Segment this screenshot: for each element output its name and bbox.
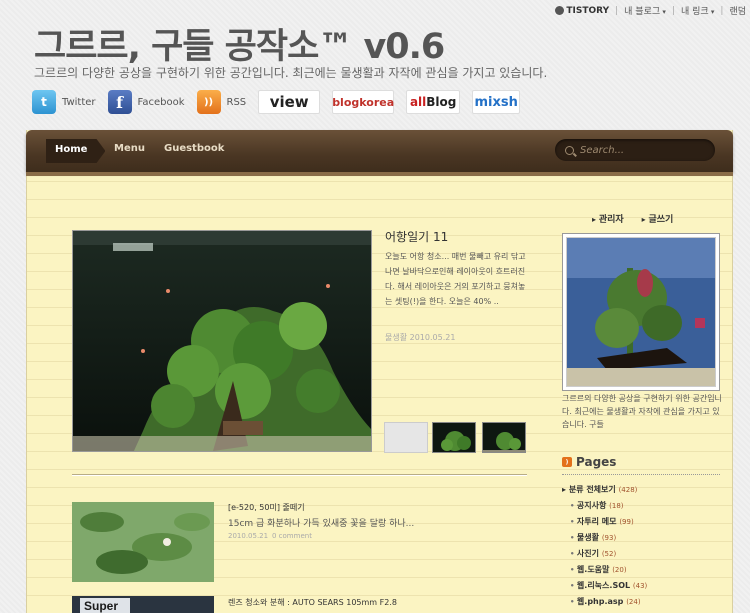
- tistory-label: TISTORY: [566, 5, 610, 16]
- category-item[interactable]: 웹.리눅스.SOL (43): [570, 580, 647, 591]
- category-count: (20): [612, 566, 627, 574]
- pages-divider: [562, 474, 720, 475]
- nav-guestbook[interactable]: Guestbook: [164, 143, 224, 154]
- post-thumbnail[interactable]: Super: [72, 596, 214, 613]
- category-label: 물생활: [576, 533, 600, 542]
- facebook-icon: f: [107, 90, 132, 114]
- featured-post-meta: 물생활 2010.05.21: [385, 333, 456, 342]
- category-item[interactable]: 사진기 (52): [570, 548, 616, 559]
- category-count: (428): [618, 486, 638, 494]
- section-divider: [72, 474, 527, 475]
- post-thumbnail[interactable]: [72, 502, 214, 582]
- tistory-topbar: TISTORY | 내 블로그 | 내 링크 | 랜덤: [555, 4, 746, 17]
- slider-thumb-3[interactable]: [482, 422, 526, 453]
- my-link-menu[interactable]: 내 링크: [681, 4, 714, 17]
- nav-home[interactable]: Home: [46, 139, 106, 163]
- random-link[interactable]: 랜덤: [729, 4, 746, 17]
- pages-title: Pages: [576, 455, 617, 469]
- category-label: 웹.리눅스.SOL: [576, 581, 631, 590]
- category-item[interactable]: 웹.php.asp (24): [570, 596, 641, 607]
- category-label: 웹.php.asp: [576, 597, 624, 606]
- lens-photo: Super: [72, 596, 214, 613]
- featured-post-excerpt: 오늘도 어항 청소... 매번 물빼고 유리 닦고 나면 날바닥으로인해 레이아…: [385, 252, 526, 306]
- write-link[interactable]: 글쓰기: [642, 212, 673, 225]
- twitter-link[interactable]: t Twitter: [32, 90, 96, 114]
- blogkorea-badge[interactable]: blogkorea: [332, 90, 395, 114]
- twitter-icon: t: [32, 90, 56, 114]
- admin-links: 관리자 글쓰기: [592, 212, 674, 225]
- mixsh-badge[interactable]: mixsh: [472, 90, 521, 114]
- search-box[interactable]: [555, 139, 715, 161]
- category-all[interactable]: 분류 전체보기 (428): [562, 484, 638, 495]
- post-date: 2010.05.21: [228, 532, 269, 540]
- allblog-label-a: all: [409, 95, 427, 109]
- rss-icon[interactable]: ): [562, 457, 572, 467]
- facebook-label: Facebook: [137, 96, 185, 108]
- facebook-link[interactable]: f Facebook: [107, 90, 185, 114]
- category-item[interactable]: 자투리 메모 (99): [570, 516, 634, 527]
- tistory-logo[interactable]: TISTORY: [555, 6, 609, 16]
- svg-text:Super: Super: [84, 599, 118, 613]
- featured-post-image[interactable]: [72, 230, 372, 452]
- category-count: (24): [626, 598, 641, 606]
- post-excerpt: 15cm 급 화분하나 가득 있새중 꽃을 달랑 하나...: [228, 519, 415, 529]
- post-comment-count[interactable]: 0 comment: [272, 532, 312, 540]
- slider-thumb-1[interactable]: [384, 422, 428, 453]
- thumb-image: [483, 423, 525, 452]
- category-count: (52): [601, 550, 617, 558]
- featured-post-title[interactable]: 어항일기 11: [385, 228, 448, 245]
- admin-link[interactable]: 관리자: [592, 212, 624, 225]
- category-label: 공지사항: [576, 501, 607, 510]
- post-title[interactable]: 렌즈 청소와 분해 : AUTO SEARS 105mm F2.8: [228, 597, 397, 608]
- site-title[interactable]: 그르르, 구들 공작소™ v0.6: [34, 18, 445, 69]
- nav-menu[interactable]: Menu: [114, 143, 145, 154]
- profile-image: [562, 233, 720, 391]
- my-blog-menu[interactable]: 내 블로그: [624, 4, 666, 17]
- category-item[interactable]: 웹.도움말 (20): [570, 564, 627, 575]
- pages-heading: ) Pages: [562, 455, 616, 469]
- category-label: 분류 전체보기: [568, 485, 616, 494]
- thumb-image: [433, 423, 475, 452]
- twitter-label: Twitter: [62, 96, 96, 108]
- view-badge[interactable]: view: [258, 90, 321, 114]
- category-count: (43): [632, 582, 648, 590]
- category-count: (18): [609, 502, 624, 510]
- post-title[interactable]: [e-520, 50미] 줄떼기: [228, 502, 305, 513]
- category-count: (99): [619, 518, 634, 526]
- category-label: 사진기: [576, 549, 600, 558]
- allblog-label-b: Blog: [426, 95, 457, 109]
- rss-label: RSS: [226, 96, 247, 108]
- rss-icon: )): [196, 90, 221, 114]
- search-input[interactable]: [580, 144, 700, 156]
- search-icon[interactable]: [565, 145, 574, 155]
- site-description: 그르르의 다양한 공상을 구현하기 위한 공간입니다. 최근에는 물생활과 자작…: [34, 66, 548, 80]
- mixsh-label: mixsh: [474, 94, 518, 110]
- category-count: (93): [601, 534, 617, 542]
- allblog-badge[interactable]: all Blog: [406, 90, 461, 114]
- social-links: t Twitter f Facebook )) RSS view blogkor…: [32, 90, 532, 114]
- profile-aquarium-photo: [567, 238, 715, 386]
- slider-thumb-2[interactable]: [432, 422, 476, 453]
- aquarium-illustration: [73, 231, 371, 451]
- category-item[interactable]: 물생활 (93): [570, 532, 616, 543]
- profile-description: 그르르의 다양한 공상을 구현하기 위한 공간입니다. 최근에는 물생활과 자작…: [562, 394, 722, 429]
- category-label: 자투리 메모: [576, 517, 617, 526]
- main-navbar: Home Menu Guestbook: [26, 130, 733, 176]
- category-label: 웹.도움말: [576, 565, 610, 574]
- category-item[interactable]: 공지사항 (18): [570, 500, 624, 511]
- tistory-logo-icon: [555, 6, 565, 15]
- blogkorea-label: blogkorea: [332, 95, 395, 109]
- rss-link[interactable]: )) RSS: [196, 90, 247, 114]
- view-label: view: [269, 93, 309, 111]
- plant-photo: [72, 502, 214, 582]
